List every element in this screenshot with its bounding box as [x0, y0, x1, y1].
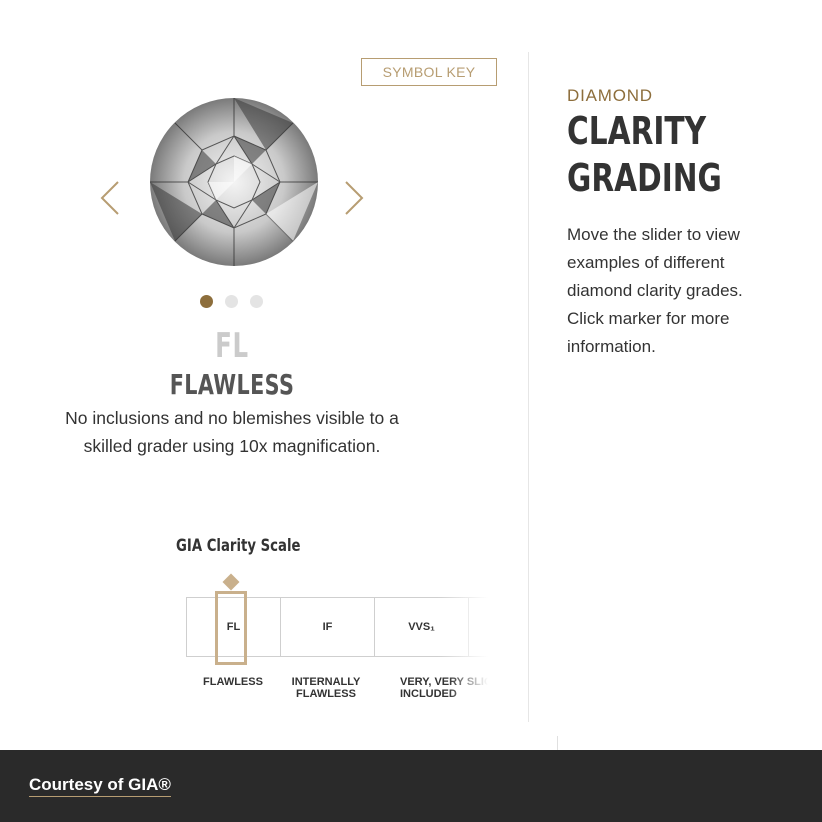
symbol-key-button[interactable]: SYMBOL KEY [361, 58, 497, 86]
chevron-right-icon [345, 181, 364, 215]
grade-description: No inclusions and no blemishes visible t… [65, 408, 399, 456]
diamond-image [148, 96, 320, 268]
footer-credit-link[interactable]: Courtesy of GIA® [29, 775, 171, 797]
label-fade [448, 676, 488, 706]
carousel-dot-3[interactable] [250, 295, 263, 308]
next-arrow-button[interactable] [342, 180, 366, 216]
section-eyebrow: DIAMOND [567, 86, 653, 105]
scale-label-internally-flawless: INTERNALLY FLAWLESS [291, 676, 361, 700]
section-intro: Move the slider to view examples of diff… [567, 225, 743, 356]
scale-fade [438, 597, 488, 657]
scale-selection-outline [215, 591, 247, 665]
scale-label-flawless: FLAWLESS [203, 676, 263, 688]
headline-line-2: GRADING [567, 156, 722, 200]
footer-divider-tick [557, 736, 558, 750]
carousel-dots [200, 295, 263, 309]
grade-code: FL [215, 326, 249, 366]
previous-arrow-button[interactable] [98, 180, 122, 216]
grade-name: FLAWLESS [169, 368, 295, 401]
chevron-left-icon [100, 181, 119, 215]
headline-line-1: CLARITY [567, 109, 707, 153]
scale-title: GIA Clarity Scale [176, 536, 301, 556]
carousel-dot-2[interactable] [225, 295, 238, 308]
section-headline: CLARITY GRADING [567, 108, 722, 202]
column-divider [528, 52, 529, 722]
scale-labels: FLAWLESS INTERNALLY FLAWLESS VERY, VERY … [186, 676, 488, 706]
scale-box-if[interactable]: IF [280, 597, 374, 657]
carousel-dot-1[interactable] [200, 295, 213, 308]
